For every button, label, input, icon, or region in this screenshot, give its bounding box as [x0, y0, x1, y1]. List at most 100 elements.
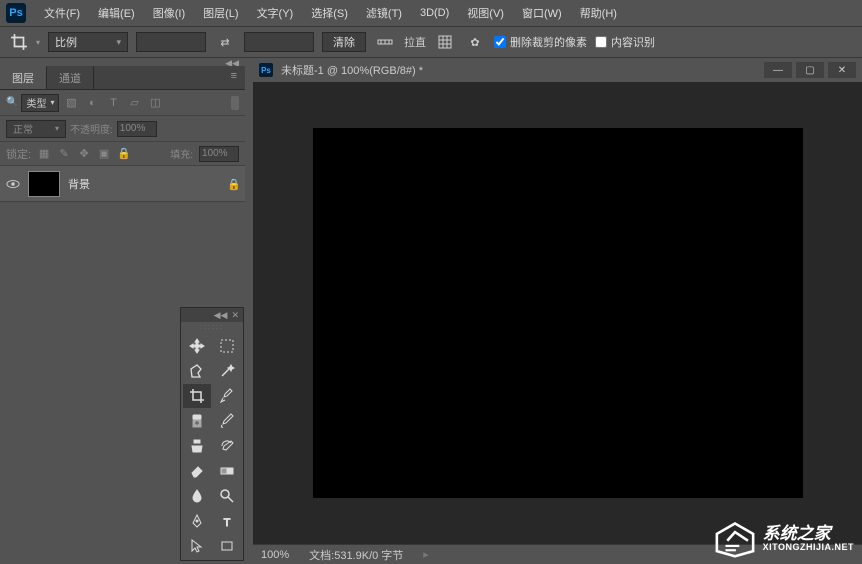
grid-icon[interactable]	[434, 31, 456, 53]
delete-cropped-checkbox[interactable]: 删除裁剪的像素	[494, 34, 587, 50]
menu-image[interactable]: 图像(I)	[145, 1, 193, 25]
toolbox: ◀◀ ✕ :::::: T	[180, 307, 244, 561]
filter-kind-dropdown[interactable]: 类型	[21, 94, 59, 112]
zoom-level[interactable]: 100%	[261, 549, 289, 561]
lock-artboard-icon[interactable]: ▣	[97, 147, 111, 161]
lock-transparent-icon[interactable]: ▦	[37, 147, 51, 161]
history-brush-tool[interactable]	[213, 434, 241, 458]
canvas[interactable]	[313, 128, 803, 498]
magic-wand-tool[interactable]	[213, 359, 241, 383]
close-button[interactable]: ✕	[828, 62, 856, 78]
lock-brush-icon[interactable]: ✎	[57, 147, 71, 161]
gear-icon[interactable]: ✿	[464, 31, 486, 53]
eraser-tool[interactable]	[183, 459, 211, 483]
layers-list: 背景 🔒	[0, 166, 245, 202]
filter-shape-icon[interactable]: ▱	[125, 94, 143, 112]
opacity-value[interactable]: 100%	[117, 121, 157, 137]
ratio-dropdown[interactable]: 比例	[48, 32, 128, 52]
layer-row[interactable]: 背景 🔒	[0, 166, 245, 202]
layer-thumbnail[interactable]	[28, 171, 60, 197]
straighten-tool-icon[interactable]	[374, 31, 396, 53]
status-bar: 100% 文档:531.9K/0 字节 ▸	[253, 544, 862, 564]
maximize-button[interactable]: ▢	[796, 62, 824, 78]
search-icon: 🔍	[6, 97, 18, 108]
doc-info-value: 531.9K/0 字节	[334, 550, 403, 562]
panel-menu-icon[interactable]: ≡	[223, 66, 245, 89]
layers-tab[interactable]: 图层	[0, 66, 47, 89]
crop-height-input[interactable]	[244, 32, 314, 52]
workspace: ◀◀ 图层 通道 ≡ 🔍 类型 ▧ ◐ T ▱ ◫ 正常 不透明度: 100% …	[0, 58, 862, 564]
clear-button[interactable]: 清除	[322, 32, 366, 52]
marquee-tool[interactable]	[213, 334, 241, 358]
eyedropper-tool[interactable]	[213, 384, 241, 408]
menu-3d[interactable]: 3D(D)	[412, 3, 457, 23]
panel-collapse-icon[interactable]: ◀◀	[0, 58, 245, 66]
toolbox-collapse-icon[interactable]: ◀◀	[214, 310, 228, 321]
menu-text[interactable]: 文字(Y)	[249, 1, 302, 25]
crop-tool[interactable]	[183, 384, 211, 408]
menu-select[interactable]: 选择(S)	[303, 1, 356, 25]
dodge-tool[interactable]	[213, 484, 241, 508]
filter-text-icon[interactable]: T	[104, 94, 122, 112]
content-aware-checkbox[interactable]: 内容识别	[595, 34, 655, 50]
fill-label: 填充:	[170, 146, 193, 161]
menu-file[interactable]: 文件(F)	[36, 1, 88, 25]
menu-help[interactable]: 帮助(H)	[572, 1, 625, 25]
menu-edit[interactable]: 编辑(E)	[90, 1, 143, 25]
doc-info-label: 文档:	[309, 550, 334, 562]
fill-value[interactable]: 100%	[199, 146, 239, 162]
panel-tabs: 图层 通道 ≡	[0, 66, 245, 90]
menu-view[interactable]: 视图(V)	[459, 1, 512, 25]
pen-tool[interactable]	[183, 509, 211, 533]
toolbox-close-icon[interactable]: ✕	[231, 310, 239, 321]
lock-position-icon[interactable]: ✥	[77, 147, 91, 161]
menu-filter[interactable]: 滤镜(T)	[358, 1, 410, 25]
layer-options-row: 正常 不透明度: 100%	[0, 116, 245, 142]
blend-mode-dropdown[interactable]: 正常	[6, 120, 66, 138]
healing-brush-tool[interactable]	[183, 409, 211, 433]
toolbox-drag-handle[interactable]: ::::::	[181, 322, 243, 332]
menu-window[interactable]: 窗口(W)	[514, 1, 570, 25]
app-logo: Ps	[6, 3, 26, 23]
lock-label: 锁定:	[6, 146, 31, 162]
layer-name[interactable]: 背景	[68, 176, 219, 192]
menu-bar: Ps 文件(F) 编辑(E) 图像(I) 图层(L) 文字(Y) 选择(S) 滤…	[0, 0, 862, 26]
crop-width-input[interactable]	[136, 32, 206, 52]
path-selection-tool[interactable]	[183, 534, 211, 558]
filter-adjust-icon[interactable]: ◐	[83, 94, 101, 112]
move-tool[interactable]	[183, 334, 211, 358]
channels-tab[interactable]: 通道	[47, 66, 94, 89]
blur-tool[interactable]	[183, 484, 211, 508]
swap-icon[interactable]: ⇄	[214, 31, 236, 53]
type-tool[interactable]: T	[213, 509, 241, 533]
crop-tool-icon[interactable]	[10, 33, 28, 51]
svg-text:T: T	[223, 517, 230, 529]
document-title: 未标题-1 @ 100%(RGB/8#) *	[281, 62, 756, 78]
layer-lock-row: 锁定: ▦ ✎ ✥ ▣ 🔒 填充: 100%	[0, 142, 245, 166]
lasso-tool[interactable]	[183, 359, 211, 383]
layer-locked-icon: 🔒	[227, 178, 239, 190]
opacity-label: 不透明度:	[70, 121, 113, 136]
straighten-label: 拉直	[404, 34, 426, 50]
delete-cropped-input[interactable]	[494, 36, 506, 48]
content-aware-input[interactable]	[595, 36, 607, 48]
gradient-tool[interactable]	[213, 459, 241, 483]
canvas-viewport[interactable]	[253, 82, 862, 544]
menu-layer[interactable]: 图层(L)	[195, 1, 246, 25]
document-titlebar: Ps 未标题-1 @ 100%(RGB/8#) * — ▢ ✕	[253, 58, 862, 82]
lock-all-icon[interactable]: 🔒	[117, 147, 131, 161]
filter-toggle[interactable]	[231, 96, 239, 110]
minimize-button[interactable]: —	[764, 62, 792, 78]
document-area: Ps 未标题-1 @ 100%(RGB/8#) * — ▢ ✕ 100% 文档:…	[253, 58, 862, 564]
status-expand-icon[interactable]: ▸	[423, 548, 429, 561]
clone-stamp-tool[interactable]	[183, 434, 211, 458]
filter-pixel-icon[interactable]: ▧	[62, 94, 80, 112]
brush-tool[interactable]	[213, 409, 241, 433]
rectangle-tool[interactable]	[213, 534, 241, 558]
toolbox-header: ◀◀ ✕	[181, 308, 243, 322]
filter-smart-icon[interactable]: ◫	[146, 94, 164, 112]
visibility-icon[interactable]	[6, 177, 20, 191]
layer-filter-bar: 🔍 类型 ▧ ◐ T ▱ ◫	[0, 90, 245, 116]
dropdown-caret-icon: ▾	[36, 38, 40, 47]
options-bar: ▾ 比例 ⇄ 清除 拉直 ✿ 删除裁剪的像素 内容识别	[0, 26, 862, 58]
